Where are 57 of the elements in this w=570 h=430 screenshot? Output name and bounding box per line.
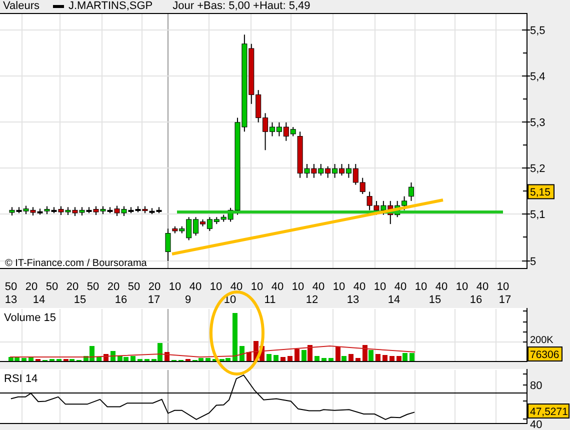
day-axis-label: 13 [4, 294, 18, 306]
day-axis-label: 15 [428, 294, 442, 306]
time-axis-label: 50 [46, 281, 58, 293]
axis-tick-label: 200K [530, 335, 554, 346]
last-price-badge: 5,15 [528, 184, 554, 200]
day-axis-label: 16 [114, 294, 128, 306]
time-axis-label: 20 [66, 281, 79, 293]
axis-tick-label: 5 [530, 256, 536, 268]
copyright-text: © IT-Finance.com / Boursorama [5, 258, 147, 269]
day-axis-label: 14 [388, 294, 400, 306]
time-axis-label: 20 [148, 281, 161, 293]
axis-tick-label: 80 [530, 380, 542, 392]
time-axis-label: 20 [107, 281, 120, 293]
day-axis-label: 11 [264, 294, 276, 306]
rsi-panel-title: RSI 14 [4, 373, 38, 385]
axis-tick-label: 5,2 [530, 163, 546, 175]
time-axis-label: 40 [476, 281, 489, 293]
time-axis-label: 10 [374, 281, 386, 293]
time-axis-label: 10 [414, 281, 428, 293]
time-axis-label: 10 [496, 281, 510, 293]
time-axis-label: 40 [271, 281, 284, 293]
axis-tick-label: 5,4 [530, 71, 546, 83]
time-axis-label: 40 [435, 281, 448, 293]
time-axis-label: 10 [210, 281, 222, 293]
time-axis-label: 20 [25, 281, 38, 293]
day-axis-label: 17 [498, 294, 512, 306]
legend-swatch-icon [53, 5, 64, 8]
day-axis-label: 9 [184, 294, 192, 306]
day-axis-label: 17 [148, 294, 160, 306]
last-volume-badge: 76306 [528, 346, 562, 362]
time-axis-label: 10 [332, 281, 346, 293]
panel-label: Valeurs [3, 1, 40, 12]
time-axis-label: 10 [292, 281, 304, 293]
time-axis-label: 40 [312, 281, 325, 293]
time-axis-label: 50 [86, 281, 100, 293]
day-axis-label: 14 [32, 294, 46, 306]
price-info: Jour +Bas: 5,00 +Haut: 5,49 [172, 1, 310, 12]
time-axis-label: 40 [353, 281, 366, 293]
time-axis-label: 40 [394, 281, 407, 293]
time-axis-label: 40 [230, 281, 243, 293]
time-axis-label: 50 [4, 281, 18, 293]
axis-tick-label: 5,1 [530, 209, 546, 221]
time-axis-label: 10 [168, 281, 182, 293]
axis-tick-label: 40 [530, 419, 542, 429]
last-rsi-badge: 47,5271 [528, 404, 570, 418]
volume-panel-title: Volume 15 [4, 312, 56, 324]
day-axis-label: 13 [346, 294, 360, 306]
axis-tick-label: 5,5 [530, 25, 546, 37]
symbol-label: J.MARTINS,SGP [68, 1, 153, 12]
time-axis-label: 10 [250, 281, 264, 293]
time-axis-label: 50 [128, 281, 140, 293]
axis-tick-label: 5,3 [530, 117, 546, 129]
time-axis-label: 10 [456, 281, 468, 293]
time-axis-label: 40 [189, 281, 202, 293]
day-axis-label: 12 [306, 294, 318, 306]
day-axis-label: 16 [470, 294, 482, 306]
day-axis-label: 15 [74, 294, 86, 306]
